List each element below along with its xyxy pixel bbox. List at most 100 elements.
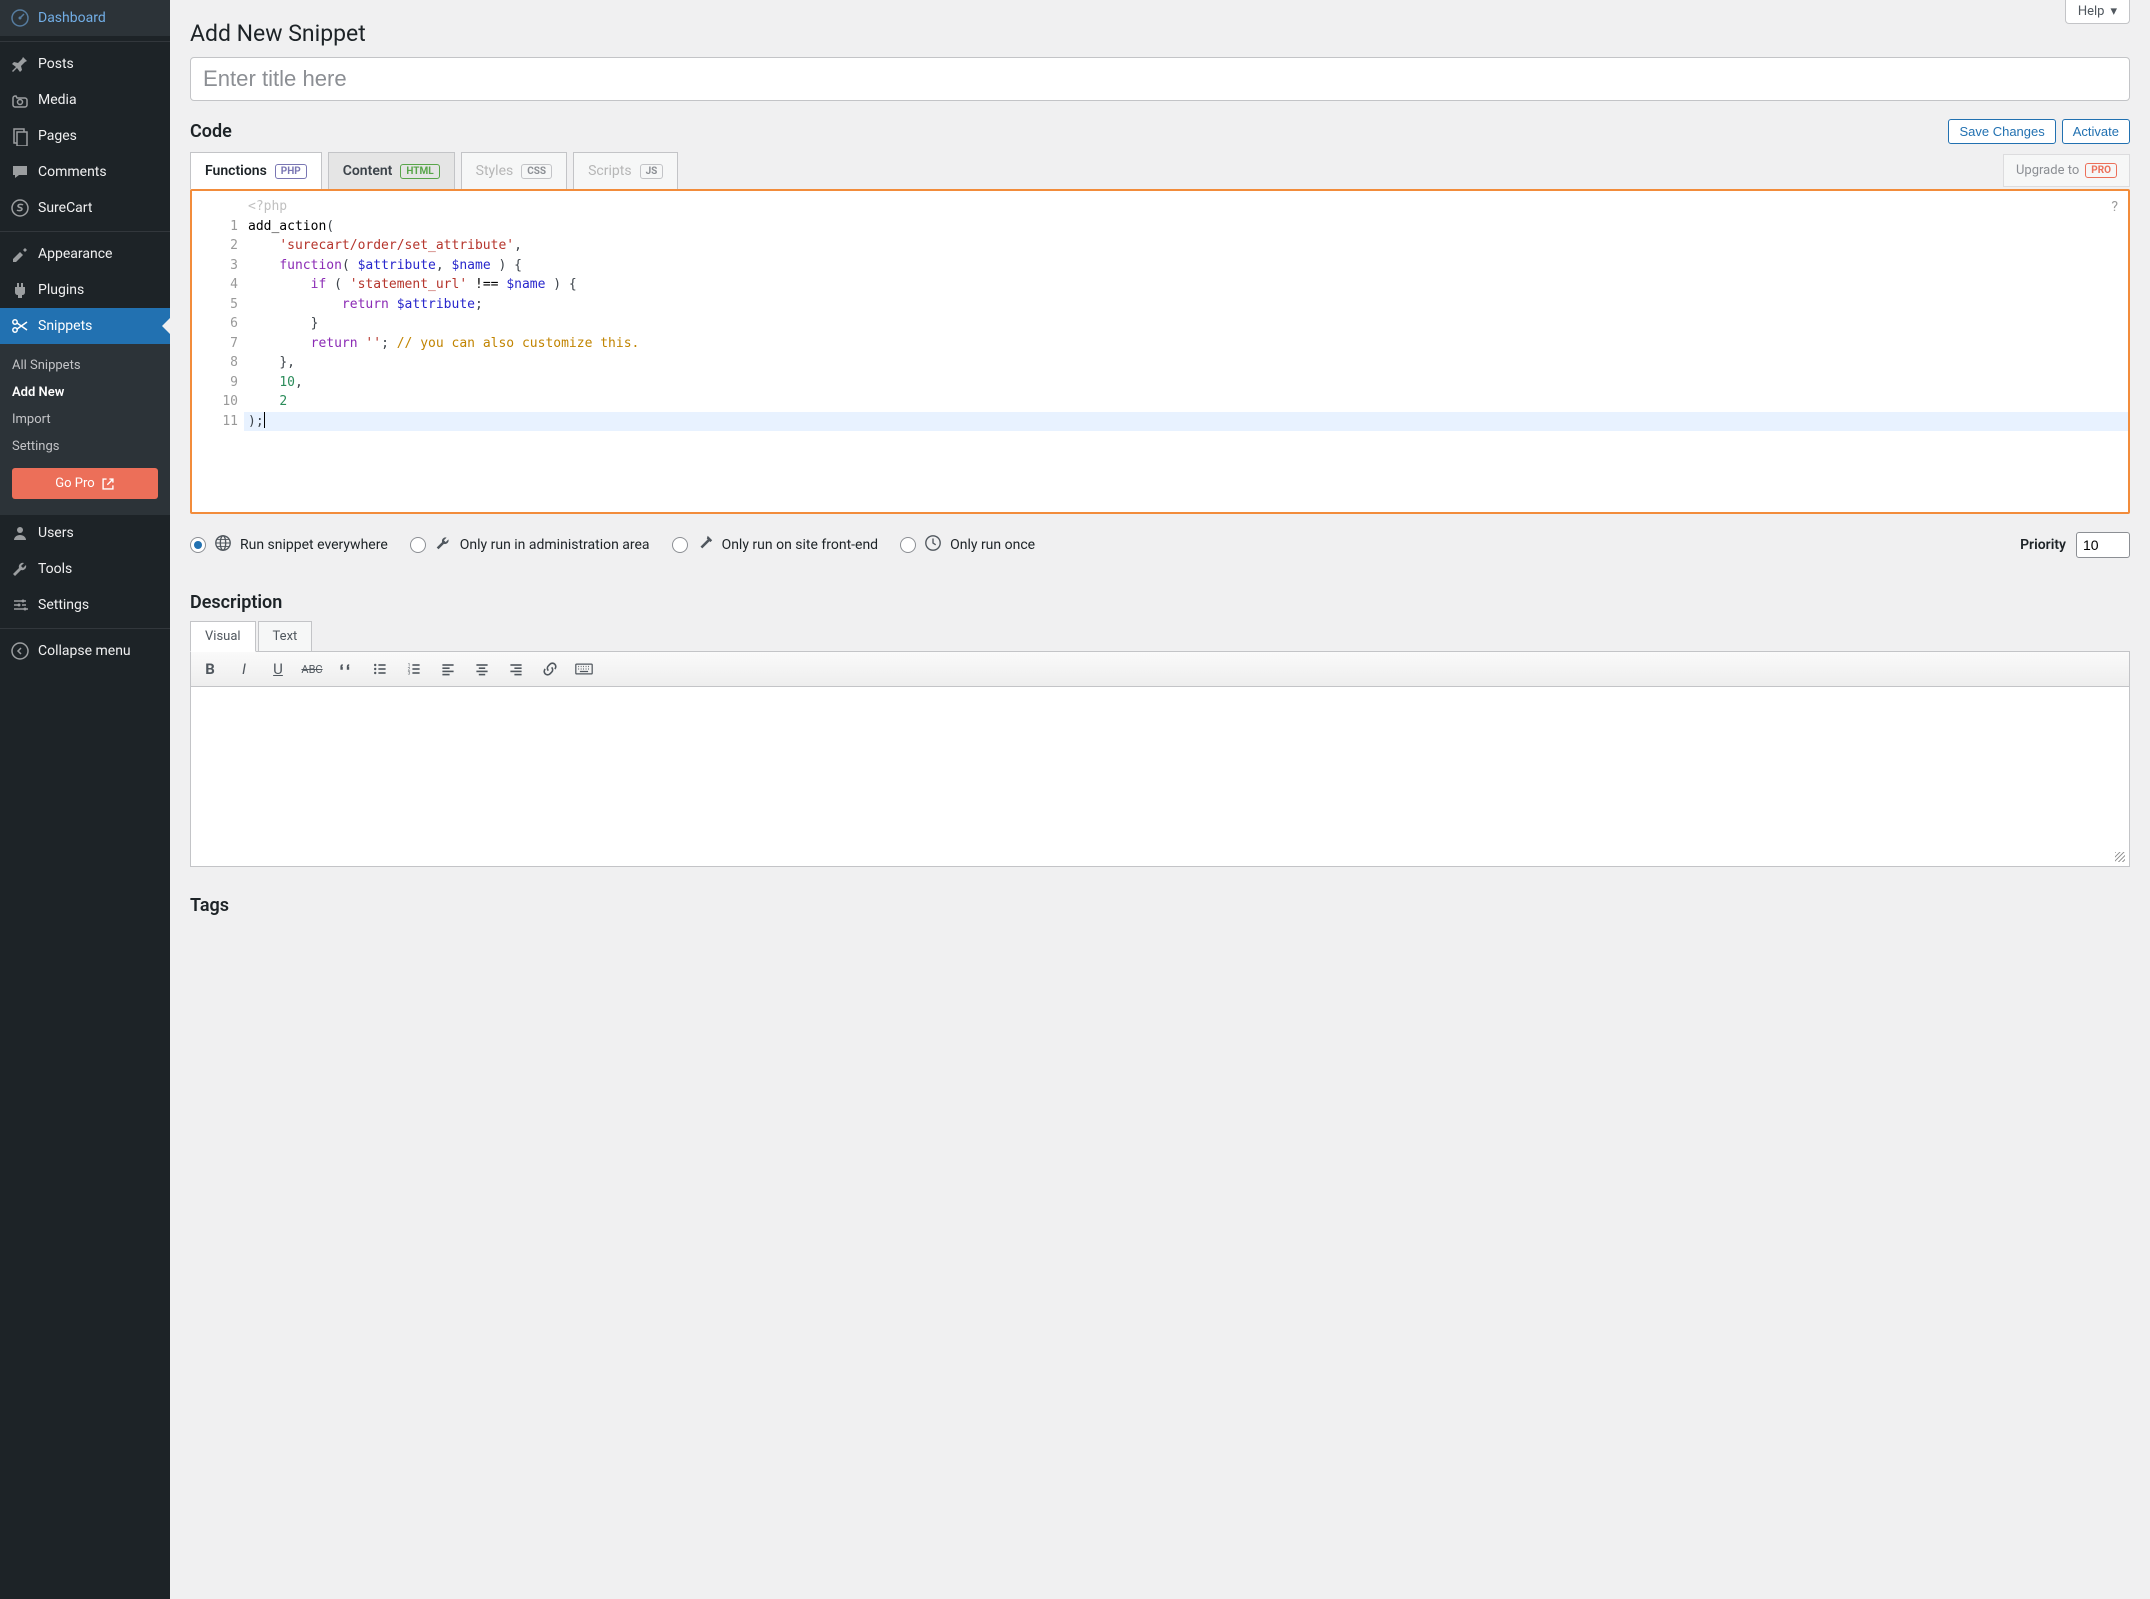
radio-checked — [190, 537, 206, 553]
go-pro-button[interactable]: Go Pro — [12, 468, 158, 499]
align-right-button[interactable] — [505, 658, 527, 680]
submenu-all-snippets[interactable]: All Snippets — [0, 352, 170, 379]
code-content[interactable]: <?php add_action( 'surecart/order/set_at… — [244, 191, 2128, 512]
desc-tab-text[interactable]: Text — [258, 621, 313, 652]
sidebar-item-posts[interactable]: Posts — [0, 46, 170, 82]
comments-icon — [10, 162, 30, 182]
upgrade-to-pro[interactable]: Upgrade to PRO — [2003, 154, 2130, 187]
bold-button[interactable]: B — [199, 658, 221, 680]
wrench-icon — [434, 534, 452, 556]
radio-unchecked — [900, 537, 916, 553]
sidebar-item-users[interactable]: Users — [0, 515, 170, 551]
sidebar-label: Pages — [38, 128, 77, 144]
line-number: 10 — [192, 392, 238, 412]
settings-icon — [10, 595, 30, 615]
tab-label: Styles — [476, 163, 514, 179]
italic-button[interactable]: I — [233, 658, 255, 680]
pages-icon — [10, 126, 30, 146]
scope-once[interactable]: Only run once — [900, 534, 1035, 556]
sidebar-item-collapse[interactable]: Collapse menu — [0, 633, 170, 669]
strikethrough-button[interactable]: ABC — [301, 658, 323, 680]
sidebar-label: Collapse menu — [38, 643, 131, 659]
priority-input[interactable] — [2076, 532, 2130, 558]
submenu-add-new[interactable]: Add New — [0, 379, 170, 406]
php-open-tag: <?php — [244, 197, 2128, 217]
line-number: 8 — [192, 353, 238, 373]
scope-label: Only run once — [950, 537, 1035, 553]
tab-content[interactable]: Content HTML — [328, 152, 455, 189]
tab-label: Functions — [205, 163, 267, 179]
sidebar-item-media[interactable]: Media — [0, 82, 170, 118]
description-editor[interactable] — [190, 687, 2130, 867]
tab-label: Content — [343, 163, 393, 179]
numbered-list-button[interactable]: 123 — [403, 658, 425, 680]
activate-button[interactable]: Activate — [2062, 119, 2130, 144]
tags-section-title: Tags — [190, 895, 2130, 916]
submenu-settings[interactable]: Settings — [0, 433, 170, 460]
sidebar-item-snippets[interactable]: Snippets — [0, 308, 170, 344]
globe-icon — [214, 534, 232, 556]
admin-sidebar: Dashboard Posts Media Pages Comments Sur… — [0, 0, 170, 1599]
sidebar-label: Snippets — [38, 318, 92, 334]
code-editor[interactable]: 1 2 3 4 5 6 7 8 9 10 11 <?php add_action… — [190, 189, 2130, 514]
save-changes-button[interactable]: Save Changes — [1948, 119, 2055, 144]
scope-label: Only run in administration area — [460, 537, 650, 553]
line-number: 4 — [192, 275, 238, 295]
sidebar-item-settings[interactable]: Settings — [0, 587, 170, 623]
line-number: 5 — [192, 295, 238, 315]
line-number: 1 — [192, 217, 238, 237]
line-number: 6 — [192, 314, 238, 334]
scope-label: Run snippet everywhere — [240, 537, 388, 553]
sidebar-label: SureCart — [38, 200, 92, 216]
submenu-import[interactable]: Import — [0, 406, 170, 433]
sidebar-item-appearance[interactable]: Appearance — [0, 236, 170, 272]
sidebar-label: Posts — [38, 56, 74, 72]
help-tab[interactable]: Help ▾ — [2065, 0, 2130, 24]
sidebar-label: Tools — [38, 561, 72, 577]
line-number: 9 — [192, 373, 238, 393]
blockquote-button[interactable] — [335, 658, 357, 680]
pin-icon — [10, 54, 30, 74]
code-section-title: Code — [190, 121, 232, 142]
sidebar-item-pages[interactable]: Pages — [0, 118, 170, 154]
scope-frontend[interactable]: Only run on site front-end — [672, 534, 879, 556]
editor-help-icon[interactable]: ? — [2111, 199, 2118, 215]
surecart-icon — [10, 198, 30, 218]
scope-everywhere[interactable]: Run snippet everywhere — [190, 534, 388, 556]
sidebar-item-surecart[interactable]: SureCart — [0, 190, 170, 226]
align-center-button[interactable] — [471, 658, 493, 680]
align-left-button[interactable] — [437, 658, 459, 680]
line-number: 3 — [192, 256, 238, 276]
tab-styles[interactable]: Styles CSS — [461, 152, 567, 189]
line-number: 2 — [192, 236, 238, 256]
external-link-icon — [101, 477, 115, 491]
snippet-title-input[interactable] — [190, 57, 2130, 101]
line-gutter: 1 2 3 4 5 6 7 8 9 10 11 — [192, 191, 244, 512]
sidebar-item-dashboard[interactable]: Dashboard — [0, 0, 170, 36]
desc-tab-visual[interactable]: Visual — [190, 621, 256, 652]
bullet-list-button[interactable] — [369, 658, 391, 680]
tools-icon — [10, 559, 30, 579]
keyboard-toggle-button[interactable] — [573, 658, 595, 680]
sidebar-label: Settings — [38, 597, 89, 613]
sidebar-label: Users — [38, 525, 74, 541]
tab-label: Scripts — [588, 163, 631, 179]
sidebar-item-plugins[interactable]: Plugins — [0, 272, 170, 308]
dashboard-icon — [10, 8, 30, 28]
collapse-icon — [10, 641, 30, 661]
css-badge: CSS — [521, 164, 552, 179]
js-badge: JS — [640, 164, 664, 179]
underline-button[interactable]: U — [267, 658, 289, 680]
tab-functions[interactable]: Functions PHP — [190, 152, 322, 189]
run-scope-options: Run snippet everywhere Only run in admin… — [190, 514, 2130, 568]
sidebar-item-tools[interactable]: Tools — [0, 551, 170, 587]
php-badge: PHP — [275, 164, 307, 179]
snippets-submenu: All Snippets Add New Import Settings Go … — [0, 344, 170, 515]
users-icon — [10, 523, 30, 543]
go-pro-label: Go Pro — [55, 476, 94, 491]
tab-scripts[interactable]: Scripts JS — [573, 152, 678, 189]
link-button[interactable] — [539, 658, 561, 680]
pro-badge: PRO — [2085, 163, 2117, 178]
sidebar-item-comments[interactable]: Comments — [0, 154, 170, 190]
scope-admin[interactable]: Only run in administration area — [410, 534, 650, 556]
